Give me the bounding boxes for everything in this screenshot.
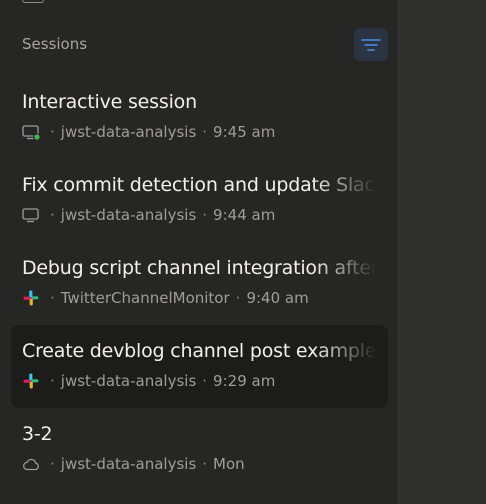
filter-icon	[361, 38, 381, 51]
separator: ·	[50, 289, 55, 307]
slack-icon	[22, 372, 40, 390]
session-list: Interactive session · jwst-data-analysis…	[11, 76, 388, 491]
session-repo: jwst-data-analysis	[60, 372, 197, 390]
separator: ·	[202, 372, 208, 390]
session-title: Fix commit detection and update Slack	[22, 174, 377, 196]
session-repo: TwitterChannelMonitor	[60, 289, 230, 307]
panel-icon[interactable]	[22, 0, 44, 3]
session-title: Interactive session	[22, 91, 197, 113]
session-time: 9:29 am	[213, 372, 276, 390]
session-repo: jwst-data-analysis	[60, 123, 197, 141]
session-repo: jwst-data-analysis	[60, 455, 197, 473]
session-time: 9:44 am	[213, 206, 276, 224]
session-meta: · jwst-data-analysis · 9:29 am	[22, 371, 377, 391]
session-time: 9:45 am	[213, 123, 276, 141]
session-time: 9:40 am	[246, 289, 309, 307]
sessions-sidebar: Sessions Interactive session · jwst-data…	[0, 0, 399, 504]
separator: ·	[50, 123, 55, 141]
separator: ·	[202, 123, 208, 141]
main-pane	[399, 0, 486, 504]
separator: ·	[50, 372, 55, 390]
section-title: Sessions	[22, 35, 88, 53]
separator: ·	[202, 206, 208, 224]
session-repo: jwst-data-analysis	[60, 206, 197, 224]
session-item[interactable]: Debug script channel integration after ·…	[11, 242, 388, 325]
session-item[interactable]: Interactive session · jwst-data-analysis…	[11, 76, 388, 159]
monitor-online-icon	[22, 123, 40, 141]
session-meta: · jwst-data-analysis · 9:45 am	[22, 122, 377, 142]
session-meta: · jwst-data-analysis · Mon	[22, 454, 377, 474]
session-item-active[interactable]: Create devblog channel post example · jw…	[11, 325, 388, 408]
separator: ·	[202, 455, 208, 473]
session-title: Debug script channel integration after	[22, 257, 377, 279]
separator: ·	[235, 289, 241, 307]
filter-button[interactable]	[354, 28, 388, 61]
separator: ·	[50, 206, 55, 224]
session-meta: · jwst-data-analysis · 9:44 am	[22, 205, 377, 225]
session-time: Mon	[213, 455, 245, 473]
slack-icon	[22, 289, 40, 307]
session-title: 3-2	[22, 423, 53, 445]
session-title: Create devblog channel post example	[22, 340, 377, 362]
separator: ·	[50, 455, 55, 473]
monitor-icon	[22, 206, 40, 224]
session-meta: · TwitterChannelMonitor · 9:40 am	[22, 288, 377, 308]
session-item[interactable]: Fix commit detection and update Slack · …	[11, 159, 388, 242]
cloud-icon	[22, 455, 40, 473]
sessions-header: Sessions	[22, 34, 388, 56]
session-item[interactable]: 3-2 · jwst-data-analysis · Mon	[11, 408, 388, 491]
